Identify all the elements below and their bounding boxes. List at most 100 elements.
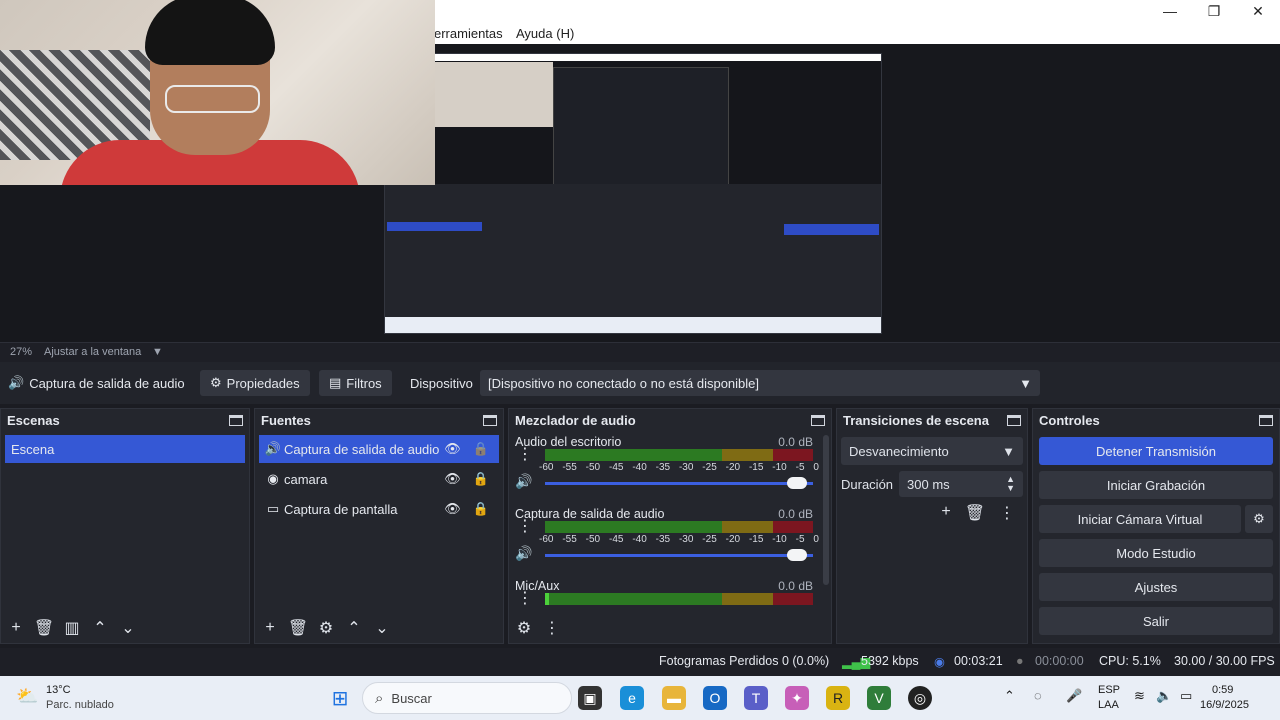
record-time: 00:00:00: [1035, 654, 1084, 668]
undock-icon[interactable]: [1259, 414, 1273, 426]
properties-button[interactable]: ⚙ Propiedades: [200, 370, 310, 396]
trash-icon[interactable]: 🗑: [965, 503, 985, 523]
exit-button[interactable]: Salir: [1039, 607, 1273, 635]
virtual-camera-button[interactable]: Iniciar Cámara Virtual: [1039, 505, 1241, 533]
gear-icon[interactable]: ⚙: [1245, 505, 1273, 533]
minimize-button[interactable]: —: [1148, 0, 1192, 22]
more-options-icon[interactable]: ⋮: [999, 503, 1015, 523]
volume-slider-handle[interactable]: [787, 549, 807, 561]
teams-icon[interactable]: T: [744, 686, 768, 710]
transition-value: Desvanecimiento: [849, 443, 949, 459]
more-options-icon[interactable]: ⋮: [517, 519, 533, 535]
file-explorer-icon[interactable]: ▬: [662, 686, 686, 710]
trash-icon[interactable]: 🗑: [33, 617, 55, 639]
monitor-icon: ▭: [266, 501, 280, 516]
add-icon[interactable]: +: [941, 503, 950, 523]
menu-tools[interactable]: erramientas: [434, 26, 503, 41]
volume-slider-handle[interactable]: [787, 477, 807, 489]
move-up-icon[interactable]: ⌃: [343, 617, 365, 639]
duration-spinbox[interactable]: 300 ms ▲ ▼: [899, 471, 1023, 497]
move-up-icon[interactable]: ⌃: [89, 617, 111, 639]
undock-icon[interactable]: [1007, 414, 1021, 426]
lock-icon[interactable]: 🔒: [473, 471, 489, 487]
stream-time: 00:03:21: [954, 654, 1003, 668]
move-down-icon[interactable]: ⌄: [117, 617, 139, 639]
gear-icon: ⚙: [210, 375, 222, 390]
add-icon[interactable]: +: [259, 617, 281, 639]
eye-icon[interactable]: 👁: [444, 471, 461, 487]
studio-mode-button[interactable]: Modo Estudio: [1039, 539, 1273, 567]
source-item[interactable]: ◉ camara 👁 🔒: [259, 465, 499, 493]
filters-button[interactable]: ▤ Filtros: [319, 370, 392, 396]
add-icon[interactable]: +: [5, 617, 27, 639]
battery-icon[interactable]: ▭: [1180, 688, 1192, 704]
outlook-icon[interactable]: O: [703, 686, 727, 710]
edge-icon[interactable]: e: [620, 686, 644, 710]
more-options-icon[interactable]: ⋮: [517, 447, 533, 463]
start-recording-button[interactable]: Iniciar Grabación: [1039, 471, 1273, 499]
more-options-icon[interactable]: ⋮: [517, 591, 533, 607]
sources-title: Fuentes: [261, 412, 311, 428]
task-view-icon[interactable]: ▣: [578, 686, 602, 710]
spin-arrows-icon[interactable]: ▲ ▼: [1006, 475, 1015, 493]
cpu-usage: CPU: 5.1%: [1099, 654, 1161, 668]
zoom-mode-select[interactable]: Ajustar a la ventana: [44, 346, 141, 358]
windows-start-icon[interactable]: ⊞: [328, 686, 352, 710]
chevron-down-icon[interactable]: ▼: [152, 346, 163, 358]
maximize-button[interactable]: ❐: [1192, 0, 1236, 22]
move-down-icon[interactable]: ⌄: [371, 617, 393, 639]
clock-time[interactable]: 0:59: [1212, 684, 1233, 696]
gear-icon[interactable]: ⚙: [315, 617, 337, 639]
undock-icon[interactable]: [229, 414, 243, 426]
lock-icon[interactable]: 🔒: [473, 501, 489, 517]
settings-button[interactable]: Ajustes: [1039, 573, 1273, 601]
properties-label: Propiedades: [226, 375, 300, 391]
copilot-icon[interactable]: ✦: [785, 686, 809, 710]
audio-settings-icon[interactable]: ⚙: [513, 617, 535, 639]
lock-icon[interactable]: 🔒: [473, 441, 489, 457]
undock-icon[interactable]: [483, 414, 497, 426]
network-icon[interactable]: ◌: [1034, 688, 1042, 703]
meter-scale: -60 -55 -50 -45 -40 -35 -30 -25 -20 -15 -10 -5 0: [539, 534, 819, 545]
filter-icon[interactable]: ▥: [61, 617, 83, 639]
mixer-title: Mezclador de audio: [515, 412, 636, 428]
undock-icon[interactable]: [811, 414, 825, 426]
source-item-label: Captura de pantalla: [284, 501, 398, 517]
volume-slider[interactable]: [545, 482, 813, 485]
weather-desc[interactable]: Parc. nublado: [46, 699, 114, 711]
chevron-up-icon[interactable]: ⌃: [1004, 688, 1015, 704]
language-layout[interactable]: LAA: [1098, 699, 1119, 711]
source-item[interactable]: 🔊 Captura de salida de audio 👁 🔒: [259, 435, 499, 463]
wifi-icon[interactable]: ≋: [1134, 688, 1145, 704]
stop-stream-button[interactable]: Detener Transmisión: [1039, 437, 1273, 465]
app-r-icon[interactable]: R: [826, 686, 850, 710]
record-icon: ●: [1016, 654, 1024, 668]
volume-slider[interactable]: [545, 554, 813, 557]
volume-icon[interactable]: 🔈: [1156, 688, 1172, 704]
close-button[interactable]: ✕: [1236, 0, 1280, 22]
eye-icon[interactable]: 👁: [444, 501, 461, 517]
app-v-icon[interactable]: V: [867, 686, 891, 710]
menu-help[interactable]: Ayuda (H): [516, 26, 574, 41]
source-item[interactable]: ▭ Captura de pantalla 👁 🔒: [259, 495, 499, 523]
taskbar-search[interactable]: ⌕ Buscar: [362, 682, 572, 714]
more-options-icon[interactable]: ⋮: [541, 617, 563, 639]
transition-select[interactable]: Desvanecimiento ▼: [841, 437, 1023, 465]
channel-name: Captura de salida de audio: [515, 507, 665, 521]
speaker-icon: 🔊: [8, 375, 25, 390]
language-code[interactable]: ESP: [1098, 684, 1120, 696]
speaker-icon[interactable]: 🔊: [515, 473, 532, 490]
eye-icon[interactable]: 👁: [444, 441, 461, 457]
search-placeholder: Buscar: [391, 690, 432, 706]
source-item-label: camara: [284, 471, 328, 487]
scene-item[interactable]: Escena: [5, 435, 245, 463]
weather-temp[interactable]: 13°C: [46, 684, 71, 696]
mixer-channel: Audio del escritorio 0.0 dB ⋮ -60 -55 -50-…: [509, 435, 827, 507]
microphone-icon[interactable]: 🎤: [1066, 688, 1082, 704]
speaker-icon[interactable]: 🔊: [515, 545, 532, 562]
obs-icon[interactable]: ◎: [908, 686, 932, 710]
clock-date[interactable]: 16/9/2025: [1200, 699, 1249, 711]
trash-icon[interactable]: 🗑: [287, 617, 309, 639]
device-select[interactable]: [Dispositivo no conectado o no está disp…: [480, 370, 1040, 396]
context-source-name: Captura de salida de audio: [29, 375, 185, 391]
